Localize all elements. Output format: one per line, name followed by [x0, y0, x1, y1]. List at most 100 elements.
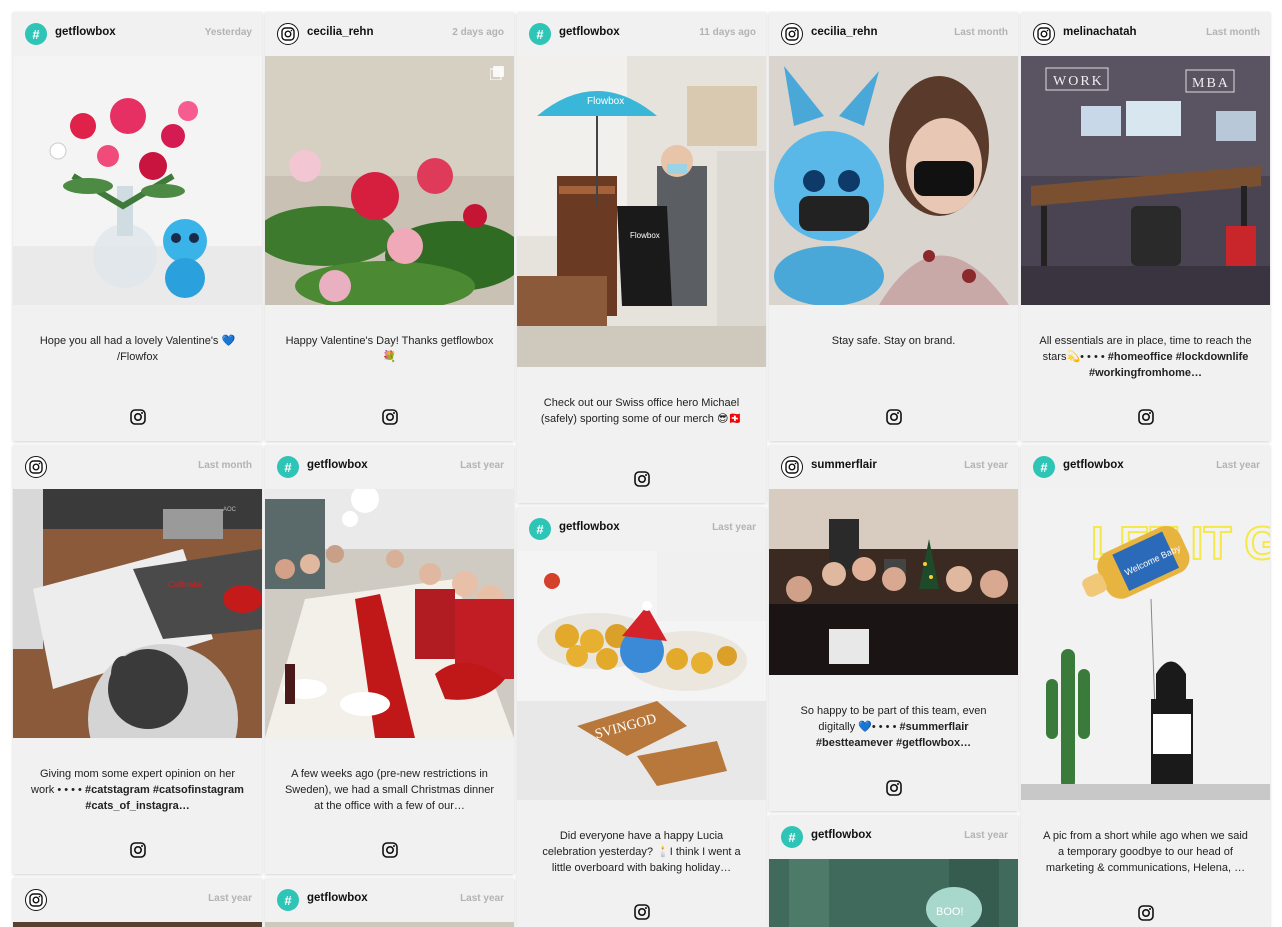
instagram-icon[interactable] [633, 471, 650, 487]
instagram-avatar-icon [25, 889, 47, 911]
instagram-avatar-icon [277, 23, 299, 45]
post-caption: Happy Valentine's Day! Thanks getflowbox… [285, 335, 494, 363]
post-time: Yesterday [204, 27, 252, 38]
post-caption: Check out our Swiss office hero Michael … [540, 397, 743, 425]
post-card[interactable]: Last year [13, 878, 262, 927]
post-time: Last year [208, 893, 252, 904]
post-photo[interactable]: SVINGOD [517, 551, 766, 800]
flowbox-avatar-icon: # [529, 23, 551, 45]
card-header: summerflair Last year [769, 445, 1018, 489]
card-header: # getflowbox 11 days ago [517, 12, 766, 56]
flowbox-avatar-icon: # [277, 456, 299, 478]
post-photo[interactable]: BOO! [769, 859, 1018, 927]
post-time: Last year [964, 460, 1008, 471]
username[interactable]: getflowbox [307, 459, 368, 471]
card-header: # getflowbox Last year [265, 445, 514, 489]
username[interactable]: getflowbox [811, 829, 872, 841]
card-header: # getflowbox Last year [769, 815, 1018, 859]
username[interactable]: summerflair [811, 459, 877, 471]
instagram-icon[interactable] [885, 409, 902, 425]
username[interactable]: getflowbox [559, 521, 620, 533]
flowbox-avatar-icon: # [529, 518, 551, 540]
post-caption: Hope you all had a lovely Valentine's 💙 … [39, 335, 236, 363]
post-photo[interactable] [13, 56, 262, 305]
card-header: melinachatah Last month [1021, 12, 1270, 56]
instagram-avatar-icon [781, 23, 803, 45]
boo-text: BOO! [936, 906, 964, 918]
username[interactable]: getflowbox [55, 26, 116, 38]
post-photo[interactable]: Flowbox Flowbox [517, 56, 766, 367]
mba-sign-text: MBA [1192, 76, 1230, 91]
post-time: Last month [954, 27, 1008, 38]
instagram-icon[interactable] [1137, 409, 1154, 425]
shirt-text: Flowbox [630, 231, 660, 240]
post-time: Last year [1216, 460, 1260, 471]
post-caption: Did everyone have a happy Lucia celebrat… [542, 830, 741, 874]
username[interactable]: cecilia_rehn [307, 26, 373, 38]
post-photo[interactable]: WORK MBA [1021, 56, 1270, 305]
instagram-icon[interactable] [129, 409, 146, 425]
post-photo[interactable]: AOC Callbrake [13, 489, 262, 738]
username[interactable]: melinachatah [1063, 26, 1137, 38]
post-photo[interactable]: LET IT GLOW Welcome Baby [1021, 489, 1270, 800]
card-header: cecilia_rehn Last month [769, 12, 1018, 56]
flowbox-avatar-icon: # [25, 23, 47, 45]
instagram-icon[interactable] [1137, 905, 1154, 921]
instagram-icon[interactable] [633, 904, 650, 920]
post-caption: A few weeks ago (pre-new restrictions in… [284, 768, 495, 812]
post-caption: A pic from a short while ago when we sai… [1043, 830, 1248, 874]
card-header: Last year [13, 878, 262, 922]
post-card[interactable]: # getflowbox 11 days ago Flowbox Flowbox… [517, 12, 766, 503]
card-header: # getflowbox Last year [265, 878, 514, 922]
username[interactable]: getflowbox [1063, 459, 1124, 471]
flowbox-avatar-icon: # [1033, 456, 1055, 478]
post-card[interactable]: cecilia_rehn Last month Stay safe. Stay … [769, 12, 1018, 441]
instagram-avatar-icon [1033, 23, 1055, 45]
flowbox-avatar-icon: # [781, 826, 803, 848]
post-card[interactable]: Last month AOC Callbrake Giving mom some… [13, 445, 262, 874]
post-card[interactable]: summerflair Last year So happy to be par… [769, 445, 1018, 811]
instagram-avatar-icon [25, 456, 47, 478]
caption-tags: #catstagram #catsofinstagram #cats_of_in… [84, 784, 244, 812]
post-time: 11 days ago [699, 27, 756, 38]
card-header: # getflowbox Last year [1021, 445, 1270, 489]
post-caption: So happy to be part of this team, even d… [769, 703, 1018, 751]
instagram-avatar-icon [781, 456, 803, 478]
post-caption: Stay safe. Stay on brand. [831, 335, 956, 347]
post-card[interactable]: # getflowbox Last year BOO! [769, 815, 1018, 927]
username[interactable]: getflowbox [559, 26, 620, 38]
post-photo[interactable] [265, 489, 514, 738]
instagram-icon[interactable] [885, 780, 902, 796]
post-card[interactable]: # getflowbox Last year [265, 878, 514, 927]
flowbox-avatar-icon: # [277, 889, 299, 911]
post-card[interactable]: melinachatah Last month WORK MBA All ess… [1021, 12, 1270, 441]
card-header: cecilia_rehn 2 days ago [265, 12, 514, 56]
mousepad-text: Callbrake [168, 580, 202, 589]
gallery-icon [490, 66, 504, 80]
card-header: Last month [13, 445, 262, 489]
post-card[interactable]: # getflowbox Yesterday Hope you all had … [13, 12, 262, 441]
post-time: 2 days ago [452, 27, 504, 38]
instagram-icon[interactable] [381, 409, 398, 425]
post-card[interactable]: # getflowbox Last year LET IT GLOW Welco… [1021, 445, 1270, 927]
post-caption: Giving mom some expert opinion on her wo… [13, 766, 262, 814]
username[interactable]: cecilia_rehn [811, 26, 877, 38]
post-time: Last month [198, 460, 252, 471]
post-photo[interactable] [769, 489, 1018, 675]
username[interactable]: getflowbox [307, 892, 368, 904]
post-photo[interactable] [265, 56, 514, 305]
post-time: Last year [460, 893, 504, 904]
instagram-icon[interactable] [129, 842, 146, 858]
post-time: Last year [460, 460, 504, 471]
card-header: # getflowbox Yesterday [13, 12, 262, 56]
post-card[interactable]: # getflowbox Last year A few weeks ago (… [265, 445, 514, 874]
post-time: Last year [712, 522, 756, 533]
instagram-icon[interactable] [381, 842, 398, 858]
monitor-logo-text: AOC [223, 507, 237, 513]
caption-tags: #homeoffice #lockdownlife #workingfromho… [1088, 351, 1249, 379]
post-photo[interactable] [769, 56, 1018, 305]
post-card[interactable]: # getflowbox Last year SVINGOD Did every… [517, 507, 766, 927]
post-card[interactable]: cecilia_rehn 2 days ago Happy Valentine'… [265, 12, 514, 441]
work-sign-text: WORK [1053, 74, 1104, 89]
post-caption: All essentials are in place, time to rea… [1021, 333, 1270, 381]
